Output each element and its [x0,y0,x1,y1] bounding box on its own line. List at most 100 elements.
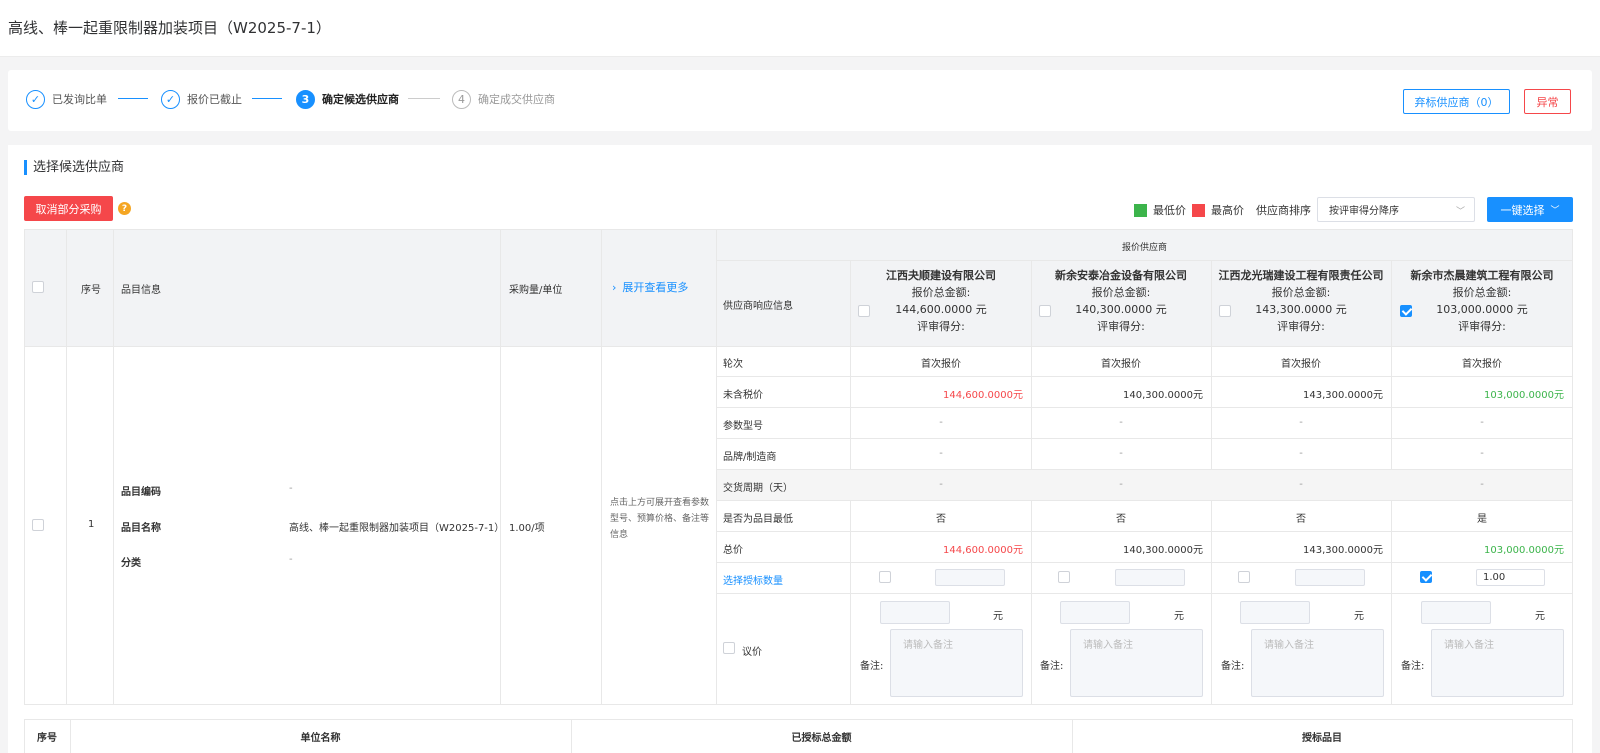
page-title: 高线、棒一起重限制器加装项目（W2025-7-1） [8,19,331,37]
category-value: - [289,554,293,565]
item-code-value: - [289,483,293,494]
total-label: 报价总金额: [1091,286,1151,299]
remark-textarea[interactable]: 请输入备注 [1251,629,1384,697]
round-value: 首次报价 [1101,359,1141,370]
grid-line [716,500,1573,501]
page-header: 高线、棒一起重限制器加装项目（W2025-7-1） [0,0,1600,57]
sort-select[interactable]: 按评审得分降序 ﹀ [1317,197,1475,222]
label-period: 交货周期（天） [723,483,793,494]
one-click-select-button[interactable]: 一键选择 ﹀ [1487,197,1573,222]
sort-select-value: 按评审得分降序 [1329,206,1399,217]
bottom-header-amount: 已授标总金额 [791,733,852,744]
exception-button[interactable]: 异常 [1524,89,1571,114]
lowest-value: 否 [936,514,946,525]
untaxed-value: 103,000.0000元 [1484,390,1564,401]
item-code-label: 品目编码 [121,487,161,498]
remark-textarea[interactable]: 请输入备注 [1070,629,1203,697]
total-price-value: 140,300.0000元 [1123,545,1203,556]
round-value: 首次报价 [921,359,961,370]
lowest-value: 否 [1116,514,1126,525]
supplier-checkbox[interactable] [1039,305,1051,317]
bargain-price-input[interactable] [1240,601,1310,624]
bargain-price-input[interactable] [880,601,950,624]
award-checkbox[interactable] [1420,571,1432,583]
award-qty-input[interactable] [1295,569,1365,586]
param-value: - [1480,417,1484,428]
score-label: 评审得分: [1458,320,1506,333]
supplier-checkbox[interactable] [858,305,870,317]
remark-textarea[interactable]: 请输入备注 [890,629,1023,697]
row-checkbox[interactable] [32,519,44,531]
grid-line [716,593,1573,594]
param-value: - [939,417,943,428]
chevron-down-icon: ﹀ [1455,207,1465,217]
grid-line [716,438,1573,439]
grid-line [24,346,1573,347]
yuan-unit: 元 [1535,611,1545,622]
label-lowest: 是否为品目最低 [723,514,793,525]
row-seq: 1 [88,519,95,530]
row-qty: 1.00/项 [509,523,545,534]
expand-more-link[interactable]: › 展开查看更多 [612,279,688,295]
help-icon[interactable]: ? [118,202,131,215]
grid-line [500,229,501,704]
bargain-price-input[interactable] [1421,601,1491,624]
step-4-label: 确定成交供应商 [478,93,555,106]
check-icon: ✓ [161,89,180,109]
supplier-header-4: 新余市杰晨建筑工程有限公司 报价总金额: 103,000.0000 元评审得分: [1392,267,1572,335]
untaxed-value: 143,300.0000元 [1303,390,1383,401]
period-value: - [1119,479,1123,490]
label-total: 总价 [723,545,743,556]
abandon-supplier-button[interactable]: 弃标供应商（0） [1403,89,1510,114]
step-3: 3 确定候选供应商 [296,89,399,109]
total-label: 报价总金额: [1271,286,1331,299]
one-click-label: 一键选择 [1500,203,1545,217]
grid-line [716,407,1573,408]
award-qty-input[interactable] [1115,569,1185,586]
grid-line [24,229,1573,230]
untaxed-value: 144,600.0000元 [943,390,1023,401]
round-value: 首次报价 [1281,359,1321,370]
category-label: 分类 [121,558,141,569]
supplier-header-2: 新余安泰冶金设备有限公司 报价总金额: 140,300.0000 元评审得分: [1031,267,1211,335]
grid-line [113,229,114,704]
header-seq: 序号 [81,285,101,296]
param-value: - [1119,417,1123,428]
total-price-value: 143,300.0000元 [1303,545,1383,556]
supplier-name: 新余市杰晨建筑工程有限公司 [1410,269,1554,282]
total-price-value: 144,600.0000元 [943,545,1023,556]
brand-value: - [939,448,943,459]
total-value: 140,300.0000 元 [1075,303,1167,316]
select-all-checkbox[interactable] [32,281,44,293]
brand-value: - [1119,448,1123,459]
total-value: 143,300.0000 元 [1255,303,1347,316]
total-label: 报价总金额: [1452,286,1512,299]
total-value: 103,000.0000 元 [1436,303,1528,316]
sort-label: 供应商排序 [1256,204,1311,217]
bottom-header-seq: 序号 [37,733,57,744]
step-3-number: 3 [296,89,315,109]
award-qty-input[interactable]: 1.00 [1476,569,1545,586]
award-qty-input[interactable] [935,569,1005,586]
brand-value: - [1299,448,1303,459]
yuan-unit: 元 [993,611,1003,622]
step-4: 4 确定成交供应商 [452,89,555,109]
label-untaxed: 未含税价 [723,390,763,401]
award-checkbox[interactable] [1238,571,1250,583]
bargain-price-input[interactable] [1060,601,1130,624]
chevron-down-icon: ﹀ [1550,206,1560,216]
remark-label: 备注: [1221,661,1245,672]
cancel-partial-purchase-button[interactable]: 取消部分采购 [24,196,113,221]
award-checkbox[interactable] [1058,571,1070,583]
bargain-checkbox[interactable] [723,642,735,654]
step-2-label: 报价已截止 [187,93,242,106]
grid-line [716,531,1573,532]
select-award-qty-link[interactable]: 选择授标数量 [723,572,783,587]
remark-textarea[interactable]: 请输入备注 [1431,629,1564,697]
label-round: 轮次 [723,359,743,370]
award-checkbox[interactable] [879,571,891,583]
supplier-checkbox[interactable] [1219,305,1231,317]
supplier-checkbox[interactable] [1400,305,1412,317]
step-1-label: 已发询比单 [52,93,107,106]
red-swatch-icon [1192,203,1205,217]
